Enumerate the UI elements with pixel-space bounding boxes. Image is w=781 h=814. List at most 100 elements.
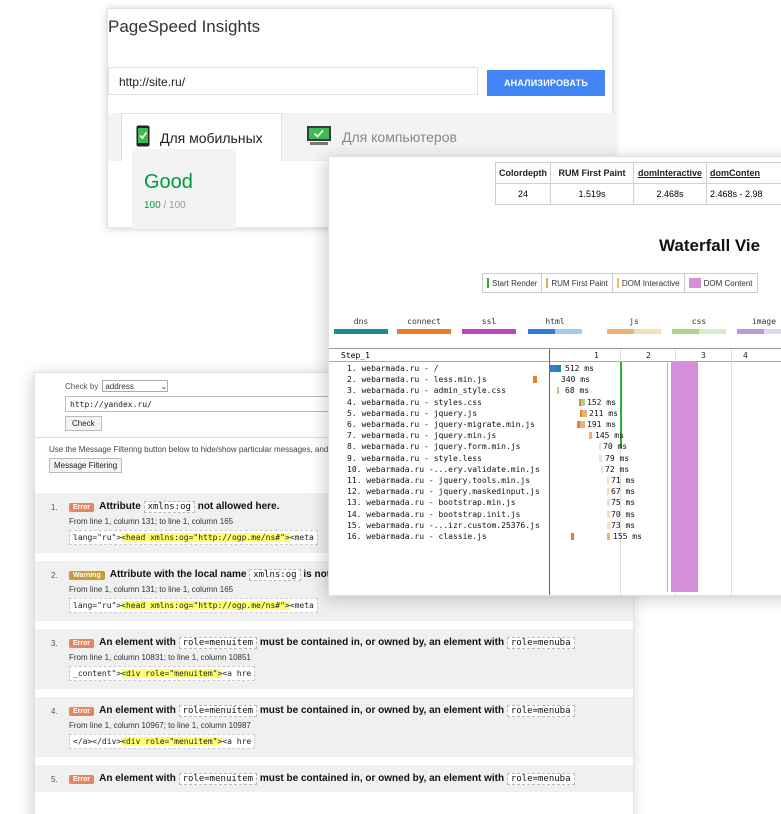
message-text-post: must be contained in, or owned by, an el… bbox=[259, 705, 505, 716]
connect-swatch-icon bbox=[397, 329, 451, 334]
score-card: Good 100 / 100 bbox=[132, 149, 236, 229]
legend-dom-content: DOM Content bbox=[685, 274, 757, 292]
legend-dom-content-label: DOM Content bbox=[703, 278, 753, 288]
request-bar-segment bbox=[533, 376, 537, 384]
legend-css-label: css bbox=[691, 317, 707, 326]
error-badge: Error bbox=[69, 707, 95, 716]
message-extract: lang="ru"><head xmlns:og="http://ogp.me/… bbox=[69, 598, 318, 613]
request-duration: 73 ms bbox=[611, 520, 636, 530]
tick-2: 2 bbox=[646, 351, 651, 360]
legend-ssl-label: ssl bbox=[481, 317, 497, 326]
message-extract: </a></div><div role="menuitem"><a hre bbox=[69, 734, 256, 749]
js-swatch-icon bbox=[607, 329, 661, 334]
request-row-name[interactable]: 12. webarmada.ru - jquery.maskedinput.js bbox=[347, 487, 540, 496]
request-row-name[interactable]: 10. webarmada.ru -...ery.validate.min.js bbox=[347, 465, 540, 474]
request-row-name[interactable]: 7. webarmada.ru - jquery.min.js bbox=[347, 431, 496, 440]
request-row-name[interactable]: 3. webarmada.ru - admin_style.css bbox=[347, 386, 506, 395]
request-row-name[interactable]: 6. webarmada.ru - jquery-migrate.min.js bbox=[347, 420, 535, 429]
request-row-name[interactable]: 13. webarmada.ru - bootstrap.min.js bbox=[347, 498, 516, 507]
message-code-2: role=menuba bbox=[506, 773, 575, 785]
request-bar-segment bbox=[581, 398, 585, 406]
message-title: Error An element with role=menuitem must … bbox=[69, 773, 633, 785]
request-bar-segment bbox=[549, 365, 557, 372]
metric-header-dominteractive[interactable]: domInteractive bbox=[633, 162, 707, 184]
tab-desktop[interactable]: Для компьютеров bbox=[296, 113, 457, 161]
message-code: role=menuitem bbox=[178, 773, 258, 785]
extract-highlight: <div role="menuitem"> bbox=[121, 669, 223, 678]
metric-value-first-paint: 1.519s bbox=[550, 183, 634, 205]
validation-message: 4. Error An element with role=menuitem mus… bbox=[35, 697, 633, 757]
request-duration: 155 ms bbox=[613, 532, 642, 541]
ssl-swatch-icon bbox=[462, 329, 516, 334]
message-number: 1. bbox=[51, 503, 58, 512]
extract-pre: </a></div> bbox=[73, 737, 122, 746]
request-bar-segment bbox=[607, 533, 610, 540]
column-divider bbox=[549, 349, 550, 595]
chevron-down-icon: ⌄ bbox=[160, 381, 168, 391]
validation-message: 3. Error An element with role=menuitem mus… bbox=[35, 629, 633, 689]
request-bar-segment bbox=[607, 510, 610, 518]
request-row-name[interactable]: 14. webarmada.ru - bootstrap.init.js bbox=[347, 510, 520, 519]
legend-start-render: Start Render bbox=[483, 274, 543, 292]
tick-4: 4 bbox=[743, 351, 748, 360]
extract-highlight: <head xmlns:og="http://ogp.me/ns#"> bbox=[121, 533, 290, 542]
message-number: 4. bbox=[51, 707, 58, 716]
url-input[interactable]: http://site.ru/ bbox=[108, 67, 478, 95]
check-by-label: Check by bbox=[65, 381, 99, 391]
request-bar-segment bbox=[599, 443, 601, 451]
request-duration: 70 ms bbox=[603, 442, 628, 452]
validator-url-input[interactable]: http://yandex.ru/ bbox=[65, 396, 365, 412]
legend-css: css bbox=[669, 317, 729, 334]
request-bar-segment bbox=[607, 488, 609, 496]
check-by-select[interactable]: address ⌄ bbox=[102, 380, 169, 392]
request-bar-segment bbox=[557, 387, 559, 395]
message-text-post: must be contained in, or owned by, an el… bbox=[259, 637, 505, 648]
score-max: / 100 bbox=[163, 200, 186, 211]
legend-connect: connect bbox=[394, 317, 454, 334]
request-duration: 152 ms bbox=[587, 397, 616, 407]
message-number: 2. bbox=[51, 571, 58, 580]
first-paint-line bbox=[667, 362, 668, 592]
request-row-name[interactable]: 4. webarmada.ru - styles.css bbox=[347, 398, 482, 407]
metric-value-colordepth: 24 bbox=[495, 183, 551, 205]
tab-mobile-label: Для мобильных bbox=[160, 129, 263, 146]
request-row-name[interactable]: 15. webarmada.ru -...izr.custom.25376.js bbox=[347, 521, 540, 530]
request-row-name[interactable]: 1. webarmada.ru - / bbox=[347, 364, 439, 373]
request-duration: 340 ms bbox=[561, 375, 590, 385]
request-bar-segment bbox=[599, 454, 602, 462]
metric-header-domcontent[interactable]: domConten bbox=[706, 162, 781, 184]
error-badge: Error bbox=[69, 775, 95, 784]
page-title: PageSpeed Insights bbox=[108, 17, 261, 36]
legend-image: image bbox=[734, 317, 781, 334]
message-text-post: must be contained in, or owned by, an el… bbox=[259, 773, 505, 784]
message-text-pre: Attribute bbox=[99, 501, 141, 512]
request-row-name[interactable]: 11. webarmada.ru - jquery.tools.min.js bbox=[347, 476, 530, 485]
request-row-name[interactable]: 9. webarmada.ru - style.less bbox=[347, 454, 482, 463]
yellow-line-icon bbox=[616, 278, 619, 288]
dom-content-band bbox=[671, 362, 698, 592]
message-number: 3. bbox=[51, 639, 58, 648]
request-row-name[interactable]: 16. webarmada.ru - classie.js bbox=[347, 532, 487, 541]
request-bar-segment bbox=[571, 533, 574, 540]
image-swatch-icon bbox=[737, 329, 781, 334]
message-code-2: role=menuba bbox=[506, 637, 575, 649]
legend-start-render-label: Start Render bbox=[492, 278, 538, 288]
request-row-name[interactable]: 5. webarmada.ru - jquery.js bbox=[347, 409, 477, 418]
tick-1: 1 bbox=[594, 351, 599, 360]
purple-box-icon bbox=[688, 278, 701, 288]
css-swatch-icon bbox=[672, 329, 726, 334]
message-code: role=menuitem bbox=[178, 705, 258, 717]
waterfall-title: Waterfall Vie bbox=[659, 236, 761, 255]
request-row-name[interactable]: 8. webarmada.ru - jquery.form.min.js bbox=[347, 442, 520, 451]
request-duration: 79 ms bbox=[605, 453, 630, 463]
message-text-pre: Attribute with the local name bbox=[109, 569, 247, 580]
message-text-pre: An element with bbox=[99, 637, 176, 648]
extract-highlight: <head xmlns:og="http://ogp.me/ns#"> bbox=[121, 601, 290, 610]
analyze-button[interactable]: АНАЛИЗИРОВАТЬ bbox=[487, 70, 605, 96]
message-filtering-button[interactable]: Message Filtering bbox=[49, 458, 123, 473]
desktop-monitor-icon bbox=[306, 125, 332, 150]
request-row-name[interactable]: 2. webarmada.ru - less.min.js bbox=[347, 375, 487, 384]
request-bar-segment bbox=[607, 521, 610, 529]
score-value: 100 / 100 bbox=[144, 200, 236, 211]
check-button[interactable]: Check bbox=[65, 416, 102, 431]
